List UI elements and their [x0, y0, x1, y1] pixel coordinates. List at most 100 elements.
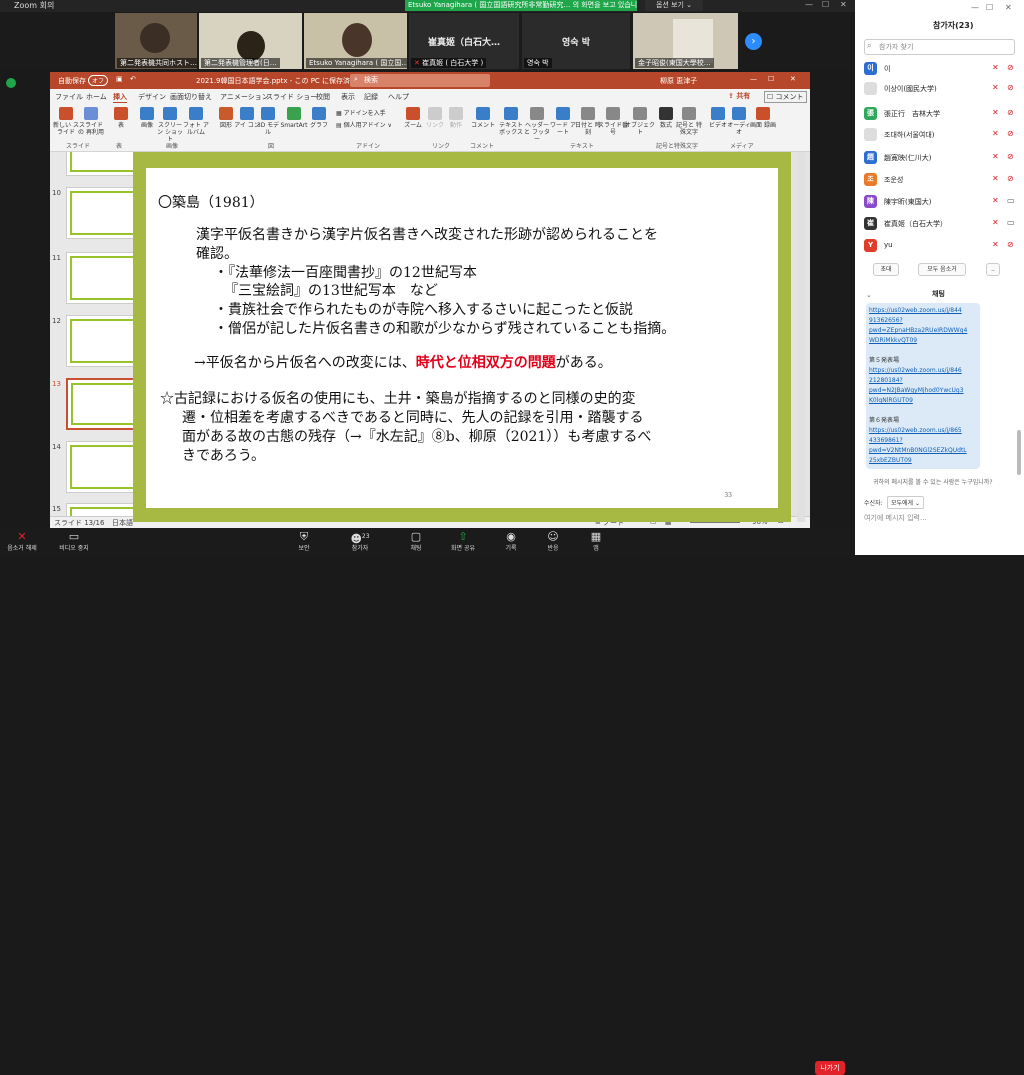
- participant-row[interactable]: 趙趙寛映(仁川大) ✕ ⊘: [855, 148, 1024, 168]
- search-icon: ⌕: [867, 41, 872, 50]
- participant-row[interactable]: 이 이 ✕ ⊘: [855, 59, 1024, 79]
- ribbon-reuse-slides[interactable]: スライドの 再利用: [78, 107, 104, 136]
- ribbon-smartart[interactable]: SmartArt: [279, 107, 309, 129]
- reactions-button[interactable]: ☺ 반응: [531, 530, 575, 552]
- undo-icon[interactable]: ↶: [130, 75, 136, 83]
- participants-button[interactable]: ☻23 참가자: [338, 530, 382, 552]
- close-icon[interactable]: ✕: [790, 75, 796, 83]
- chat-input[interactable]: 여기에 메시지 입력...: [864, 513, 927, 523]
- new-slide-icon: [59, 107, 73, 120]
- recipient-select[interactable]: 모두에게 ⌄: [887, 496, 925, 509]
- chat-scrollbar[interactable]: [1017, 430, 1021, 475]
- ribbon-textbox[interactable]: テキスト ボックス: [498, 107, 524, 136]
- ribbon-comment[interactable]: コメント: [470, 107, 496, 129]
- ribbon-wordart[interactable]: ワード アート: [550, 107, 576, 136]
- video-tile[interactable]: Etsuko Yanagihara ( 国立国…: [304, 13, 407, 69]
- ribbon-photo-album[interactable]: フォト アルバム: [183, 107, 209, 136]
- security-button[interactable]: ⛨ 보안: [282, 530, 326, 552]
- mute-all-button[interactable]: 모두 음소거: [918, 263, 966, 276]
- participant-row[interactable]: 陳陳宇昕(東国大) ✕ ▭: [855, 192, 1024, 212]
- chat-link[interactable]: pwd=V2NtMnB0NGl2SEZkQUdtL: [869, 447, 967, 455]
- stop-video-button[interactable]: ▭ 비디오 중지: [52, 530, 96, 552]
- menu-record[interactable]: 記録: [364, 92, 378, 102]
- video-tile[interactable]: 第二発表機管理者(日…: [199, 13, 302, 69]
- chat-link[interactable]: https://us02web.zoom.us/j/846: [869, 367, 962, 375]
- chat-link[interactable]: pwd=ZEpnaHBza2RUeIRDWWg4: [869, 327, 967, 335]
- view-options-button[interactable]: 옵션 보기 ⌄: [645, 0, 703, 11]
- leave-button[interactable]: 나가기: [815, 1061, 845, 1075]
- comment-button[interactable]: ☐ コメント: [764, 91, 807, 103]
- slide-number: 12: [52, 317, 61, 325]
- maximize-icon[interactable]: ☐: [768, 75, 774, 83]
- participant-row[interactable]: 張張正行 吉林大学 ✕ ⊘: [855, 104, 1024, 124]
- chevron-down-icon[interactable]: ⌄: [866, 291, 872, 299]
- participant-row[interactable]: 조 조운성 ✕ ⊘: [855, 170, 1024, 190]
- video-tile[interactable]: 金子昭俊(東国大學校…: [633, 13, 738, 69]
- record-button[interactable]: ◉ 기록: [489, 530, 533, 552]
- ribbon-action[interactable]: 動作: [443, 107, 469, 129]
- participant-search-input[interactable]: 참가자 찾기: [864, 39, 1015, 55]
- apps-button[interactable]: ▦ 앱: [574, 530, 618, 552]
- chat-link[interactable]: pwd=N2JBaWgyMjhod0YwcUg3: [869, 387, 964, 395]
- maximize-icon[interactable]: ☐: [822, 0, 829, 9]
- next-page-icon[interactable]: ›: [745, 33, 762, 50]
- ribbon-chart[interactable]: グラフ: [306, 107, 332, 129]
- menu-help[interactable]: ヘルプ: [388, 92, 409, 102]
- chat-link[interactable]: https://us02web.zoom.us/j/844: [869, 307, 962, 315]
- chat-link[interactable]: 21280184?: [869, 377, 903, 385]
- more-button[interactable]: ..: [986, 263, 1000, 276]
- action-icon: [449, 107, 463, 120]
- get-addins-button[interactable]: ▦ アドインを入手: [336, 108, 386, 117]
- minimize-icon[interactable]: —: [750, 75, 757, 83]
- minimize-icon[interactable]: —: [805, 0, 813, 9]
- menu-home[interactable]: ホーム: [86, 92, 107, 102]
- close-icon[interactable]: ✕: [840, 0, 847, 9]
- participant-row[interactable]: 崔崔真姬（白石大学） ✕ ▭: [855, 214, 1024, 234]
- chat-link[interactable]: 91362656?: [869, 317, 903, 325]
- participant-row[interactable]: 이상이(國民大学) ✕ ⊘: [855, 79, 1024, 99]
- invite-button[interactable]: 초대: [873, 263, 899, 276]
- chat-link[interactable]: 43369861?: [869, 437, 903, 445]
- search-box[interactable]: 検索: [350, 74, 490, 87]
- autosave-toggle[interactable]: オフ: [88, 75, 109, 86]
- participant-row[interactable]: Yyu ✕ ⊘: [855, 236, 1024, 256]
- ribbon-object[interactable]: オブジェクト: [625, 107, 655, 136]
- video-tile[interactable]: 영숙 박 영숙 박: [522, 13, 630, 69]
- unmute-button[interactable]: ✕ 음소거 해제: [0, 530, 44, 552]
- ribbon-slide-number[interactable]: スライド番号: [598, 107, 628, 136]
- zoom-slider[interactable]: [690, 522, 740, 523]
- menu-design[interactable]: デザイン: [138, 92, 166, 102]
- chat-link[interactable]: 25xbEZBUT09: [869, 457, 912, 465]
- menu-animations[interactable]: アニメーション: [220, 92, 269, 102]
- ribbon-audio[interactable]: オーディオ: [726, 107, 752, 136]
- chat-link[interactable]: WDRiMkkvQT09: [869, 337, 917, 345]
- video-tile[interactable]: 崔真姬（白石大… ✕ 崔真姬 ( 白石大学 ): [409, 13, 519, 69]
- ribbon-header-footer[interactable]: ヘッダーと フッター: [524, 107, 550, 143]
- maximize-icon[interactable]: ☐: [986, 3, 993, 12]
- menu-view[interactable]: 表示: [341, 92, 355, 102]
- my-addins-button[interactable]: ▤ 個人用アドイン ∨: [336, 120, 392, 129]
- ribbon-symbol[interactable]: 記号と 特殊文字: [676, 107, 702, 136]
- ribbon-3d-models[interactable]: 3D モデル: [255, 107, 281, 136]
- ribbon-screenshot[interactable]: スクリーン ショット: [157, 107, 183, 143]
- menu-slideshow[interactable]: スライド ショー: [266, 92, 317, 102]
- ribbon-new-slide[interactable]: 新しい スライド: [53, 107, 79, 136]
- share-screen-button[interactable]: ⇧ 화면 공유: [441, 530, 485, 552]
- save-icon[interactable]: ▣: [116, 75, 123, 83]
- chat-link[interactable]: https://us02web.zoom.us/j/865: [869, 427, 962, 435]
- ribbon-table[interactable]: 表: [108, 107, 134, 129]
- menu-file[interactable]: ファイル: [55, 92, 83, 102]
- user-name: 柳原 恵津子: [660, 77, 698, 85]
- share-button[interactable]: ⇪ 共有: [728, 91, 750, 101]
- ribbon-screen-recording[interactable]: 画面 録画: [750, 107, 776, 129]
- menu-transitions[interactable]: 画面切り替え: [170, 92, 212, 102]
- participant-row[interactable]: 조대하(서울여대) ✕ ⊘: [855, 125, 1024, 145]
- video-tile[interactable]: 第二発表機共同ホスト…: [115, 13, 197, 69]
- chat-button[interactable]: ▢ 채팅: [394, 530, 438, 552]
- slide-scrollbar[interactable]: [797, 152, 805, 522]
- status-language[interactable]: 日本語: [112, 518, 133, 528]
- chat-link[interactable]: K0lqNlRGUT09: [869, 397, 913, 405]
- menu-review[interactable]: 校閲: [316, 92, 330, 102]
- close-icon[interactable]: ✕: [1005, 3, 1012, 12]
- minimize-icon[interactable]: —: [971, 3, 979, 12]
